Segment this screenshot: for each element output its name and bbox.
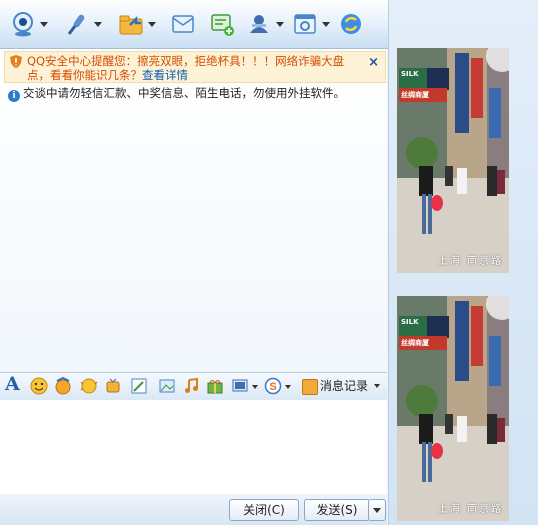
shop-sign: SILK <box>401 318 419 326</box>
scrawl-icon[interactable] <box>130 377 148 395</box>
chevron-down-icon <box>373 508 381 513</box>
shield-icon <box>10 55 22 68</box>
street-scene-image <box>397 48 509 273</box>
send-options-button[interactable] <box>368 499 386 521</box>
user-card-icon <box>250 15 268 33</box>
send-button[interactable]: 发送(S) <box>304 499 370 521</box>
history-icon <box>302 379 318 395</box>
chevron-down-icon[interactable] <box>374 384 380 388</box>
soso-search-icon[interactable]: S <box>264 377 282 395</box>
view-details-link[interactable]: 查看详情 <box>142 68 188 82</box>
bottom-bar: 关闭(C) 发送(S) <box>0 494 387 525</box>
email-button[interactable] <box>166 8 210 40</box>
mail-icon <box>172 15 194 33</box>
street-photo: SILK 丝绸商厦 上海 南京路 <box>397 296 509 521</box>
notice-text: QQ安全中心提醒您：擦亮双眼，拒绝杯具！！！网络诈骗大盘 点，看看你能识几条？查… <box>27 54 357 82</box>
webcam-icon <box>13 12 33 37</box>
message-history-button[interactable]: 消息记录 <box>302 377 384 395</box>
close-button[interactable]: 关闭(C) <box>229 499 299 521</box>
image-icon[interactable] <box>158 377 176 395</box>
refresh-button[interactable] <box>334 8 378 40</box>
safety-tip-text: 交谈中请勿轻信汇款、中奖信息、陌生电话，勿使用外挂软件。 <box>23 86 345 100</box>
notice-line-2: 点，看看你能识几条？ <box>27 68 142 82</box>
microphone-icon <box>67 14 85 35</box>
chevron-down-icon[interactable] <box>252 385 258 389</box>
shop-sign: 丝绸商厦 <box>401 91 429 99</box>
send-file-button[interactable] <box>114 8 158 40</box>
screenshot-icon[interactable] <box>232 377 250 395</box>
format-toolbar: A S 消息记录 <box>0 372 387 401</box>
chat-history-area[interactable]: QQ安全中心提醒您：擦亮双眼，拒绝杯具！！！网络诈骗大盘 点，看看你能识几条？查… <box>0 49 387 371</box>
notice-line-1: QQ安全中心提醒您：擦亮双眼，拒绝杯具！！！网络诈骗大盘 <box>27 54 345 68</box>
settings-window-icon <box>294 14 316 34</box>
shop-sign: SILK <box>401 70 419 78</box>
gift-icon[interactable] <box>206 377 224 395</box>
message-history-label: 消息记录 <box>320 379 369 393</box>
chevron-down-icon[interactable] <box>276 22 284 27</box>
side-panel: SILK 丝绸商厦 上海 南京路 SILK 丝绸商厦 上海 南京路 <box>388 0 538 525</box>
svg-text:S: S <box>269 381 276 393</box>
music-icon[interactable] <box>182 377 200 395</box>
font-icon[interactable]: A <box>5 374 23 394</box>
chevron-down-icon[interactable] <box>148 22 156 27</box>
video-button[interactable] <box>6 8 50 40</box>
magic-emoji-icon[interactable] <box>54 377 72 395</box>
street-photo: SILK 丝绸商厦 上海 南京路 <box>397 48 509 273</box>
message-input[interactable] <box>0 400 387 494</box>
close-icon[interactable]: × <box>368 55 379 70</box>
info-icon: i <box>8 90 20 102</box>
message-add-icon <box>211 14 234 36</box>
photo-caption: 上海 南京路 <box>437 256 503 267</box>
security-notice: QQ安全中心提醒您：擦亮双眼，拒绝杯具！！！网络诈骗大盘 点，看看你能识几条？查… <box>4 51 386 83</box>
app-settings-button[interactable] <box>288 8 332 40</box>
emoji-icon[interactable] <box>30 377 48 395</box>
chevron-down-icon[interactable] <box>40 22 48 27</box>
safety-tip: i 交谈中请勿轻信汇款、中奖信息、陌生电话，勿使用外挂软件。 <box>8 85 345 102</box>
chevron-down-icon[interactable] <box>322 22 330 27</box>
sync-icon <box>341 14 361 34</box>
chevron-down-icon[interactable] <box>285 385 291 389</box>
chevron-down-icon[interactable] <box>94 22 102 27</box>
voice-button[interactable] <box>60 8 104 40</box>
street-scene-image <box>397 296 509 521</box>
voice-message-icon[interactable] <box>104 377 122 395</box>
photo-caption: 上海 南京路 <box>437 504 503 515</box>
shop-sign: 丝绸商厦 <box>401 339 429 347</box>
folder-icon <box>119 15 143 35</box>
shake-window-icon[interactable] <box>80 377 98 395</box>
contact-info-button[interactable] <box>242 8 286 40</box>
